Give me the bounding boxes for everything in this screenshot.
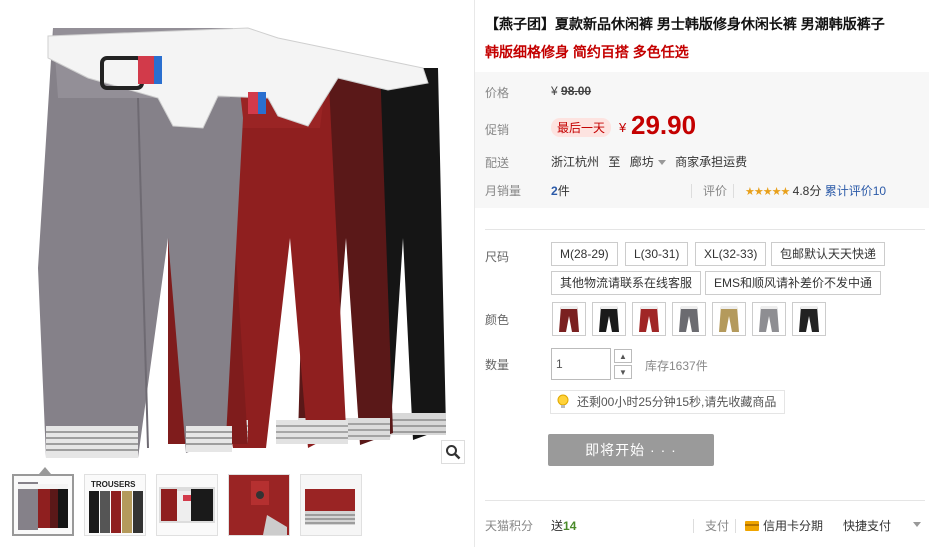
quantity-input[interactable]: 1 xyxy=(551,348,611,380)
monthly-sales-label: 月销量 xyxy=(485,184,522,198)
section-divider xyxy=(485,500,925,501)
rating-summary: ★★★★★ 4.8分 累计评价10 xyxy=(745,182,886,199)
divider xyxy=(735,519,736,533)
original-currency: ¥ xyxy=(551,84,558,98)
thumbnail-1[interactable] xyxy=(12,474,74,536)
coming-soon-button[interactable]: 即将开始 · · · xyxy=(548,434,714,466)
tmall-points: 送14 xyxy=(551,517,576,534)
thumb-selected-arrow xyxy=(39,467,51,474)
sales-row: 月销量 2件 评价 ★★★★★ 4.8分 累计评价10 xyxy=(485,182,925,202)
size-option-l[interactable]: L(30-31) xyxy=(625,242,689,266)
pants-illustration xyxy=(38,27,446,458)
points-prefix: 送 xyxy=(551,519,564,533)
product-title: 【燕子团】夏款新品休闲裤 男士韩版修身休闲长裤 男潮韩版裤子 xyxy=(485,16,885,32)
original-price-value: 98.00 xyxy=(561,84,592,98)
stock-count: 库存1637件 xyxy=(645,359,708,373)
payment-footer: 天猫积分 送14 支付 信用卡分期 快捷支付 xyxy=(485,517,925,535)
credit-card-icon xyxy=(745,521,759,531)
color-swatch-black[interactable] xyxy=(592,302,626,336)
ship-destination[interactable]: 廊坊 xyxy=(630,155,654,169)
pants-thumbnail-icon xyxy=(599,306,619,332)
color-swatch-khaki[interactable] xyxy=(712,302,746,336)
color-swatch-gray[interactable] xyxy=(752,302,786,336)
thumbnail-5[interactable] xyxy=(300,474,362,536)
pants-thumbnail-icon xyxy=(679,306,699,332)
divider xyxy=(733,184,734,198)
section-divider xyxy=(485,229,925,230)
payment-label: 支付 xyxy=(705,519,730,533)
rating-score: 4.8分 xyxy=(792,184,822,198)
tmall-points-label: 天猫积分 xyxy=(485,519,534,533)
promo-tag: 最后一天 xyxy=(551,118,612,137)
size-option-ems[interactable]: EMS和顺风请补差价不发中通 xyxy=(705,271,882,295)
monthly-sales: 2件 xyxy=(551,182,570,199)
thumbnail-strip: TROUSERS xyxy=(12,474,362,536)
rating-stars: ★★★★★ xyxy=(745,186,790,198)
zoom-button[interactable] xyxy=(441,440,465,464)
size-option-m[interactable]: M(28-29) xyxy=(551,242,618,266)
shipping-fee: 商家承担运费 xyxy=(675,155,748,169)
pants-thumbnail-icon xyxy=(759,306,779,332)
chevron-up-icon: ▲ xyxy=(619,351,627,361)
shipping-info: 浙江杭州 至 廊坊 商家承担运费 xyxy=(551,153,753,170)
product-info-panel: 【燕子团】夏款新品休闲裤 男士韩版修身休闲长裤 男潮韩版裤子 韩版细格修身 简约… xyxy=(474,0,929,547)
color-swatch-black2[interactable] xyxy=(792,302,826,336)
product-subtitle: 韩版细格修身 简约百搭 多色任选 xyxy=(485,44,689,60)
promo-label: 促销 xyxy=(485,123,510,137)
quick-pay[interactable]: 快捷支付 xyxy=(843,517,891,534)
price-label: 价格 xyxy=(485,86,510,100)
countdown-tip: 还剩00小时25分钟15秒,请先收藏商品 xyxy=(550,390,786,414)
pants-thumbnail-icon xyxy=(799,306,819,332)
divider xyxy=(691,184,692,198)
size-option-default-express[interactable]: 包邮默认天天快递 xyxy=(771,242,886,266)
ship-from: 浙江杭州 xyxy=(551,155,600,169)
color-swatch-gray-dark[interactable] xyxy=(672,302,706,336)
promo-price: 29.90 xyxy=(631,110,697,140)
size-option-xl[interactable]: XL(32-33) xyxy=(695,242,767,266)
chevron-down-icon: ▼ xyxy=(619,367,627,377)
thumbnail-4[interactable] xyxy=(228,474,290,536)
thumbnail-2[interactable]: TROUSERS xyxy=(84,474,146,536)
pants-thumbnail-icon xyxy=(719,306,739,332)
quantity-label: 数量 xyxy=(485,358,510,372)
lightbulb-icon xyxy=(557,394,569,408)
original-price: ¥ 98.00 xyxy=(551,84,591,98)
review-count-link[interactable]: 累计评价10 xyxy=(825,184,886,198)
size-option-other-logistics[interactable]: 其他物流请联系在线客服 xyxy=(551,271,702,295)
chevron-down-icon[interactable] xyxy=(657,160,666,166)
product-gallery: TROUSERS xyxy=(0,0,466,547)
monthly-sales-count: 2 xyxy=(551,184,558,198)
monthly-sales-unit: 件 xyxy=(557,184,570,198)
magnifier-icon xyxy=(446,445,461,460)
color-swatch-wine[interactable] xyxy=(552,302,586,336)
chevron-down-icon[interactable] xyxy=(913,522,921,527)
divider xyxy=(693,519,694,533)
thumbnail-3[interactable] xyxy=(156,474,218,536)
color-swatch-red[interactable] xyxy=(632,302,666,336)
pants-thumbnail-icon xyxy=(639,306,659,332)
points-value: 14 xyxy=(563,519,577,533)
quantity-increase-button[interactable]: ▲ xyxy=(614,349,632,363)
shipping-label: 配送 xyxy=(485,156,510,170)
pants-thumbnail-icon xyxy=(559,306,579,332)
countdown-text: 还剩00小时25分钟15秒,请先收藏商品 xyxy=(577,395,777,409)
size-label: 尺码 xyxy=(485,250,510,264)
quantity-decrease-button[interactable]: ▼ xyxy=(614,365,632,379)
svg-text:TROUSERS: TROUSERS xyxy=(91,480,136,489)
credit-installment[interactable]: 信用卡分期 xyxy=(745,517,823,534)
credit-installment-label: 信用卡分期 xyxy=(763,519,824,533)
promo-currency: ¥ xyxy=(619,120,627,135)
main-product-image[interactable] xyxy=(8,8,464,464)
rating-label: 评价 xyxy=(703,184,728,198)
color-label: 颜色 xyxy=(485,313,510,327)
ship-to-word: 至 xyxy=(608,155,621,169)
